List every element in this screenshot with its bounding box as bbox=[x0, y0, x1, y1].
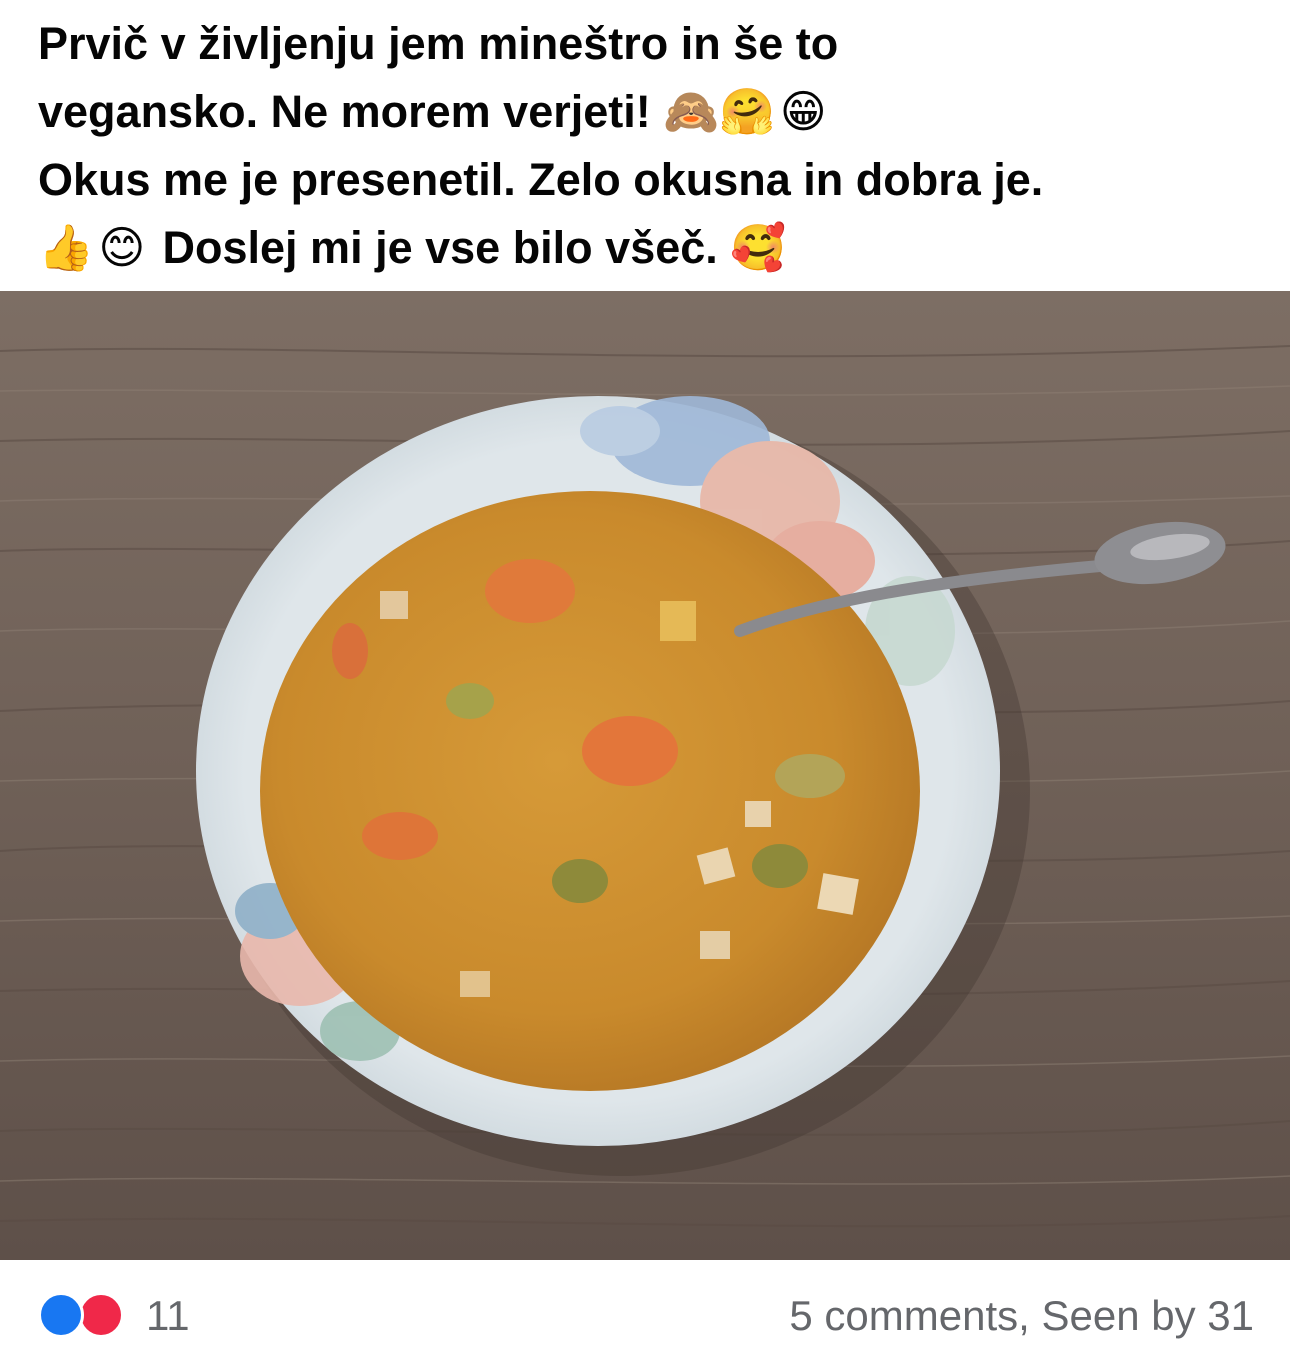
smiling-face-with-hearts-emoji-icon: 🥰 bbox=[730, 221, 787, 274]
thumbs-up-emoji-icon: 👍 bbox=[38, 221, 95, 274]
soup-bowl-photo bbox=[0, 291, 1290, 1260]
seen-by-count[interactable]: Seen by 31 bbox=[1041, 1292, 1254, 1339]
post-text-line-2-text: vegansko. Ne morem verjeti! bbox=[38, 86, 651, 137]
comments-count-link[interactable]: 5 comments bbox=[789, 1292, 1018, 1339]
stats-separator: , bbox=[1018, 1292, 1042, 1339]
see-no-evil-emoji-icon: 🙈 bbox=[663, 85, 720, 138]
post-text-line-2: vegansko. Ne morem verjeti! 🙈🤗 😁 bbox=[38, 78, 1268, 146]
reaction-count: 11 bbox=[146, 1292, 190, 1339]
hugging-face-emoji-icon: 🤗 bbox=[719, 85, 776, 138]
love-reaction-icon bbox=[78, 1292, 124, 1338]
post-stats: 5 comments, Seen by 31 bbox=[789, 1292, 1254, 1340]
post-text-line-4: 👍 😊 Doslej mi je vse bilo všeč. 🥰 bbox=[38, 214, 1268, 282]
post-text-line-4-text: Doslej mi je vse bilo všeč. bbox=[162, 222, 718, 273]
post-text: Prvič v življenju jem mineštro in še to … bbox=[38, 10, 1268, 282]
post-photo[interactable] bbox=[0, 291, 1290, 1260]
post-text-line-3: Okus me je presenetil. Zelo okusna in do… bbox=[38, 154, 1044, 205]
post-footer: 11 5 comments, Seen by 31 bbox=[0, 1260, 1290, 1339]
like-reaction-icon bbox=[38, 1292, 84, 1338]
post-text-line-1: Prvič v življenju jem mineštro in še to bbox=[38, 18, 839, 69]
grinning-face-emoji-icon: 😁 bbox=[779, 85, 827, 138]
smiling-face-emoji-icon: 😊 bbox=[98, 221, 146, 274]
